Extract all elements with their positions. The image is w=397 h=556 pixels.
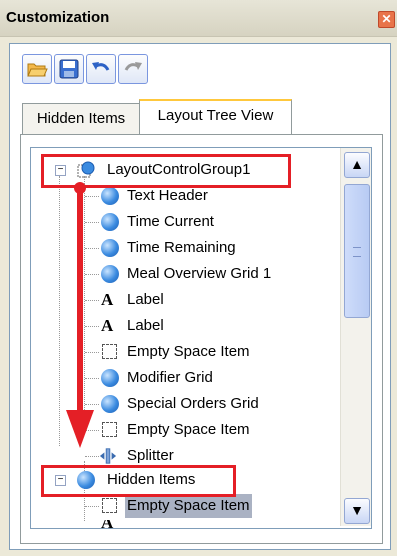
tree-node-label: Time Current — [127, 213, 214, 230]
tree-node-label: Time Remaining — [127, 239, 236, 256]
grip-icon — [353, 247, 361, 257]
empty-space-icon — [101, 497, 119, 515]
label-a-icon: A — [101, 520, 113, 528]
tree-node-label: Empty Space Item — [125, 494, 252, 518]
redo-icon — [124, 62, 142, 71]
save-button[interactable] — [54, 54, 84, 84]
tree-node-label: Label — [127, 291, 164, 308]
tree-node[interactable]: Special Orders Grid — [85, 392, 345, 416]
splitter-icon — [99, 448, 117, 464]
label-a-icon: A — [101, 290, 114, 309]
tree-node[interactable]: Time Current — [85, 210, 345, 234]
scroll-up-button[interactable]: ▲ — [344, 152, 370, 178]
close-button[interactable]: ✕ — [378, 11, 395, 28]
tree-node[interactable]: Empty Space Item — [85, 340, 345, 364]
ball-icon — [101, 369, 119, 387]
tree-node[interactable]: Modifier Grid — [85, 366, 345, 390]
scroll-thumb[interactable] — [344, 184, 370, 318]
tree-node[interactable]: Time Remaining — [85, 236, 345, 260]
tree-node[interactable]: Empty Space Item — [85, 494, 345, 518]
tree-node-partial: A — [101, 520, 141, 528]
undo-button[interactable] — [86, 54, 116, 84]
tab-hidden-items[interactable]: Hidden Items — [22, 103, 140, 134]
title-bar: Customization ✕ — [0, 0, 397, 37]
redo-button[interactable] — [118, 54, 148, 84]
ball-icon — [101, 265, 119, 283]
tree-node[interactable]: Meal Overview Grid 1 — [85, 262, 345, 286]
tree-node-label: Modifier Grid — [127, 369, 213, 386]
undo-icon — [92, 62, 110, 71]
empty-space-icon — [101, 421, 119, 439]
highlight-box-hidden-items — [41, 465, 236, 497]
folder-open-icon — [27, 63, 48, 77]
tree-node-label: Label — [127, 317, 164, 334]
window-title: Customization — [6, 9, 110, 26]
tree-node[interactable]: Empty Space Item — [85, 418, 345, 442]
open-button[interactable] — [22, 54, 52, 84]
tree-node-label: Empty Space Item — [127, 343, 250, 360]
tree-node-label: Meal Overview Grid 1 — [127, 265, 272, 282]
ball-icon — [101, 213, 119, 231]
ball-icon — [101, 187, 119, 205]
vertical-scrollbar[interactable]: ▲ ▼ — [340, 148, 371, 526]
tree-node[interactable]: A Label — [85, 314, 345, 338]
tree-node-label: Special Orders Grid — [127, 395, 259, 412]
drag-arrow-icon — [66, 182, 94, 448]
ball-icon — [101, 239, 119, 257]
tree-line — [85, 506, 99, 507]
tree-node[interactable]: A Label — [85, 288, 345, 312]
ball-icon — [101, 395, 119, 413]
save-icon — [59, 59, 79, 79]
tree-node-label: Empty Space Item — [127, 421, 250, 438]
label-a-icon: A — [101, 316, 114, 335]
empty-space-icon — [101, 343, 119, 361]
scroll-down-button[interactable]: ▼ — [344, 498, 370, 524]
tab-layout-tree-view[interactable]: Layout Tree View — [139, 99, 292, 135]
